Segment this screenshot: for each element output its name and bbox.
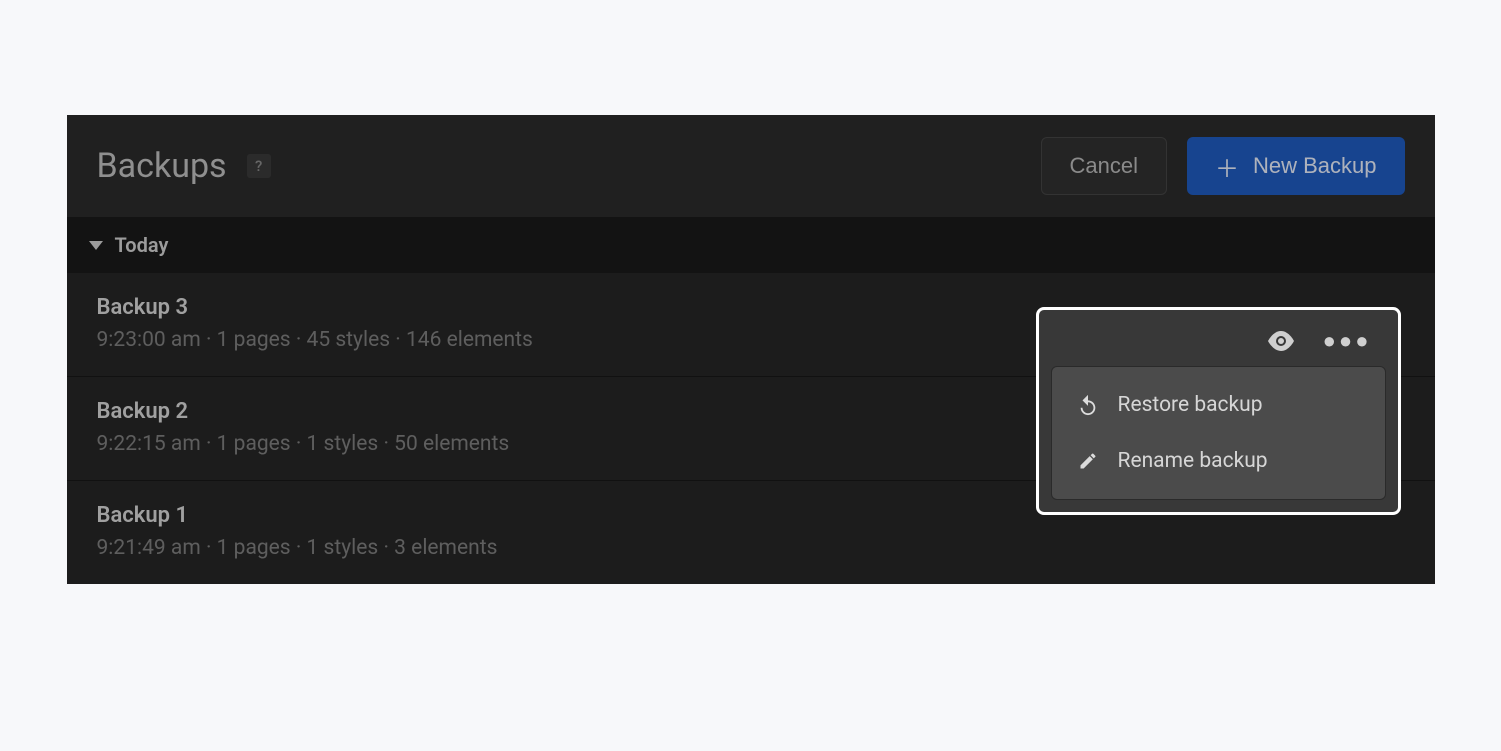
new-backup-button-label: New Backup: [1253, 153, 1377, 179]
context-menu: Restore backup Rename backup: [1051, 366, 1386, 500]
rename-backup-label: Rename backup: [1118, 449, 1268, 473]
cancel-button[interactable]: Cancel: [1041, 137, 1167, 195]
header-right: Cancel ＋ New Backup: [1041, 137, 1405, 195]
group-label: Today: [115, 233, 169, 257]
panel-header: Backups ? Cancel ＋ New Backup: [67, 115, 1435, 217]
backups-panel: Backups ? Cancel ＋ New Backup Today Back…: [67, 115, 1435, 584]
popover-actions: ●●●: [1051, 322, 1386, 366]
cancel-button-label: Cancel: [1070, 153, 1138, 179]
header-left: Backups ?: [97, 146, 271, 186]
backup-meta: 9:21:49 am · 1 pages · 1 styles · 3 elem…: [97, 536, 1405, 560]
chevron-down-icon: [89, 241, 103, 250]
restore-backup-item[interactable]: Restore backup: [1058, 377, 1379, 433]
pencil-icon: [1076, 449, 1100, 473]
restore-backup-label: Restore backup: [1118, 393, 1263, 417]
undo-icon: [1076, 393, 1100, 417]
group-header-today[interactable]: Today: [67, 217, 1435, 273]
rename-backup-item[interactable]: Rename backup: [1058, 433, 1379, 489]
preview-icon[interactable]: [1267, 331, 1295, 351]
page-title: Backups: [97, 146, 227, 186]
more-icon[interactable]: ●●●: [1323, 328, 1372, 354]
help-icon[interactable]: ?: [247, 154, 271, 178]
backup-context-popover: ●●● Restore backup Rename backup: [1036, 307, 1401, 515]
plus-icon: ＋: [1215, 149, 1239, 184]
new-backup-button[interactable]: ＋ New Backup: [1187, 137, 1405, 195]
